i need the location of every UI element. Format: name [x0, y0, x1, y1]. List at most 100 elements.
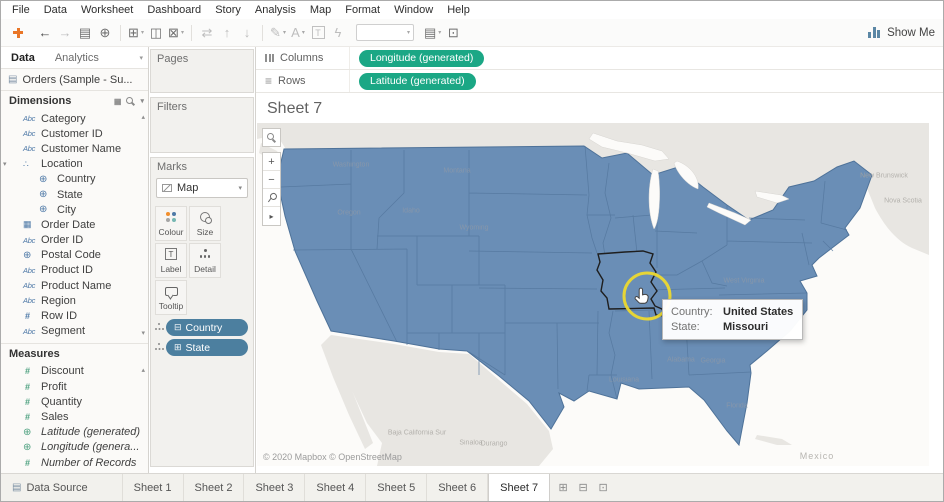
field-item[interactable]: ⊕ State [1, 187, 148, 202]
new-worksheet-tab-icon[interactable]: ⊞ [553, 481, 573, 494]
sheet-tab[interactable]: Sheet 7 [488, 474, 550, 501]
redo-icon[interactable]: → [55, 23, 75, 43]
new-datasource-icon[interactable]: ⊕ [95, 23, 115, 43]
columns-pill[interactable]: Longitude (generated) [359, 50, 484, 67]
menu-item[interactable]: Story [208, 3, 248, 17]
sort-ascending-icon[interactable]: ↑ [217, 23, 237, 43]
menu-item[interactable]: File [5, 3, 37, 17]
measures-list: ▴ # Discount # Profit [1, 364, 148, 473]
field-item[interactable]: Abc Category [1, 111, 148, 126]
field-item[interactable]: ⊕ Country [1, 172, 148, 187]
swap-axes-icon[interactable]: ⇄ [197, 23, 217, 43]
field-item[interactable]: # Discount [1, 364, 148, 379]
highlight-icon[interactable]: ✎ ▾ [268, 23, 288, 43]
menu-item[interactable]: Format [338, 3, 387, 17]
field-item[interactable]: # Quantity [1, 394, 148, 409]
field-item[interactable]: # Number of Records [1, 455, 148, 470]
find-field-icon[interactable] [126, 97, 135, 106]
marks-button[interactable]: Detail [189, 243, 221, 278]
filters-shelf[interactable]: Filters [150, 97, 254, 153]
show-me-button[interactable]: Show Me [868, 27, 935, 39]
field-item[interactable]: Abc Customer Name [1, 141, 148, 156]
field-item[interactable]: Abc Region [1, 293, 148, 308]
dimension-pill[interactable]: ⊟ Country [166, 319, 248, 336]
field-item[interactable]: ⊕ Latitude (generated) [1, 425, 148, 440]
field-item[interactable]: # Profit [1, 379, 148, 394]
marks-button[interactable]: T Label [155, 243, 187, 278]
pill-expand-icon[interactable]: ⊟ [174, 322, 182, 333]
field-item[interactable]: # Sales [1, 409, 148, 424]
data-pane-tab[interactable]: Analytics [45, 52, 109, 64]
field-item[interactable]: Abc Product Name [1, 278, 148, 293]
menu-item[interactable]: Data [37, 3, 74, 17]
show-mark-labels-icon[interactable]: T [308, 23, 328, 43]
show-hide-cards-icon[interactable]: ▤ ▾ [422, 23, 443, 43]
rows-pill[interactable]: Latitude (generated) [359, 73, 476, 90]
fit-view-dropdown[interactable]: ▾ [356, 24, 414, 41]
field-item[interactable]: Abc Order ID [1, 233, 148, 248]
map-viewport[interactable]: Washington Oregon Idaho Montana Wyoming … [257, 123, 929, 466]
mark-type-dropdown[interactable]: Map ▾ [156, 178, 248, 198]
field-item[interactable]: # Row ID [1, 308, 148, 323]
field-item[interactable]: ⊕ Postal Code [1, 248, 148, 263]
format-icon[interactable]: A ▾ [288, 23, 308, 43]
tableau-logo-icon[interactable] [9, 25, 27, 41]
sort-fields-icon[interactable]: ▾ [140, 97, 144, 105]
menu-item[interactable]: Dashboard [140, 3, 208, 17]
new-dashboard-tab-icon[interactable]: ⊟ [573, 481, 593, 494]
field-item[interactable]: ⊕ City [1, 202, 148, 217]
field-item[interactable]: ⊕ Longitude (genera... [1, 440, 148, 455]
duplicate-sheet-icon[interactable]: ◫ [146, 23, 166, 43]
pages-shelf[interactable]: Pages [150, 49, 254, 93]
sheet-tab[interactable]: ▤ Data Source [1, 474, 123, 501]
field-type-icon: Abc [23, 266, 41, 275]
separator[interactable] [191, 25, 192, 41]
zoom-in-button[interactable]: + [263, 153, 280, 171]
sheet-tab[interactable]: Sheet 6 [427, 474, 488, 501]
show-me-label: Show Me [887, 27, 935, 39]
field-item[interactable]: ▦ Order Date [1, 217, 148, 232]
marks-button[interactable]: Size [189, 206, 221, 241]
expand-caret-icon[interactable]: ▾ [3, 160, 7, 168]
map-tools-flyout[interactable]: ▸ [263, 207, 280, 225]
new-worksheet-icon[interactable]: ⊞ ▾ [126, 23, 146, 43]
sort-descending-icon[interactable]: ↓ [237, 23, 257, 43]
zoom-out-button[interactable]: − [263, 171, 280, 189]
pane-options-icon[interactable]: ▾ [139, 54, 143, 62]
field-item[interactable]: ▾ ∴ Location [1, 157, 148, 172]
view-data-grid-icon[interactable]: ▦ [114, 97, 122, 106]
sheet-tab[interactable]: Sheet 1 [123, 474, 184, 501]
save-icon[interactable]: ▤ [75, 23, 95, 43]
field-item[interactable]: Abc Customer ID [1, 126, 148, 141]
separator[interactable] [262, 25, 263, 41]
sheet-tab-label: Sheet 6 [438, 482, 476, 494]
zoom-home-button[interactable] [263, 189, 280, 207]
sheet-tab[interactable]: Sheet 5 [366, 474, 427, 501]
rows-shelf[interactable]: ≡ Rows Latitude (generated) [256, 70, 943, 93]
marks-button[interactable]: Colour [155, 206, 187, 241]
menu-item[interactable]: Window [387, 3, 440, 17]
scroll-down-icon[interactable]: ▾ [141, 329, 145, 337]
data-pane-tab[interactable]: Data [1, 52, 45, 64]
dimension-pill[interactable]: ⊞ State [166, 339, 248, 356]
field-item[interactable]: Abc Product ID [1, 263, 148, 278]
pill-expand-icon[interactable]: ⊞ [174, 342, 182, 353]
menu-item[interactable]: Analysis [248, 3, 303, 17]
undo-icon[interactable]: ← [35, 23, 55, 43]
sheet-tab[interactable]: Sheet 4 [305, 474, 366, 501]
marks-button[interactable]: Tooltip [155, 280, 187, 315]
sheet-tab[interactable]: Sheet 2 [184, 474, 245, 501]
menu-item[interactable]: Worksheet [74, 3, 140, 17]
map-search-button[interactable] [262, 128, 281, 147]
sheet-tab[interactable]: Sheet 3 [244, 474, 305, 501]
menu-item[interactable]: Map [303, 3, 338, 17]
columns-shelf[interactable]: Columns Longitude (generated) [256, 47, 943, 70]
separator[interactable] [120, 25, 121, 41]
datasource-item[interactable]: ▤ Orders (Sample - Su... [1, 69, 148, 91]
fix-axes-icon[interactable]: ϟ [328, 23, 348, 43]
field-item[interactable]: Abc Segment [1, 324, 148, 339]
presentation-mode-icon[interactable]: ⊡ [443, 23, 463, 43]
new-story-tab-icon[interactable]: ⊡ [593, 481, 613, 494]
menu-item[interactable]: Help [440, 3, 477, 17]
clear-sheet-icon[interactable]: ⊠ ▾ [166, 23, 186, 43]
